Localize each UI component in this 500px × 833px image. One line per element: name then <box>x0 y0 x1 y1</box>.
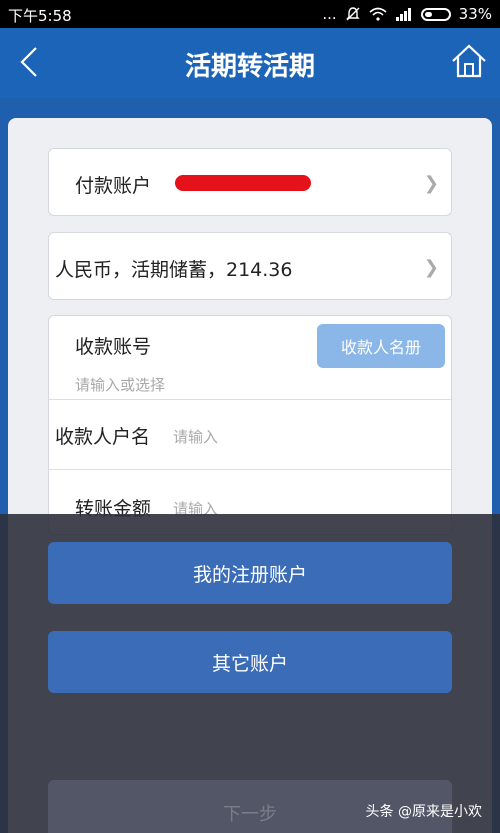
chevron-right-icon: ❯ <box>423 173 439 194</box>
payee-name-input[interactable]: 请输入 <box>173 426 218 447</box>
payee-account-label: 收款账号 <box>75 336 152 358</box>
payer-account-label: 付款账户 <box>75 175 152 197</box>
payee-name-label: 收款人户名 <box>55 426 151 448</box>
account-type-sheet: 我的注册账户 其它账户 下一步 头条 @原来是小欢 <box>0 514 500 833</box>
my-registered-account-button[interactable]: 我的注册账户 <box>48 542 452 604</box>
status-time: 下午5:58 <box>8 7 72 25</box>
payee-details-card: 收款账号 请输入或选择 收款人名册 收款人户名 请输入 转账金额 请输入 <box>48 315 453 535</box>
watermark: 头条 @原来是小欢 <box>365 804 482 820</box>
navigation-bar: 活期转活期 <box>0 28 500 98</box>
signal-bars-icon <box>395 8 411 21</box>
account-summary-row[interactable]: 人民币，活期储蓄，214.36 ❯ <box>48 232 452 300</box>
payee-account-input[interactable]: 请输入或选择 <box>75 374 165 395</box>
wifi-icon <box>369 7 387 21</box>
divider <box>49 469 453 470</box>
payer-account-row[interactable]: 付款账户 ❯ <box>48 148 452 216</box>
battery-percent: 33% <box>458 5 492 23</box>
signal-dots: ... <box>322 5 337 23</box>
home-icon[interactable] <box>450 42 488 80</box>
payee-book-button[interactable]: 收款人名册 <box>317 324 445 368</box>
status-icons: ... 33% <box>322 5 492 23</box>
chevron-right-icon: ❯ <box>423 257 439 278</box>
battery-icon <box>420 7 451 21</box>
status-bar: 下午5:58 ... 33% <box>0 0 500 28</box>
page-title: 活期转活期 <box>184 52 315 82</box>
redacted-account-number <box>175 175 311 191</box>
other-account-button[interactable]: 其它账户 <box>48 631 452 693</box>
account-summary: 人民币，活期储蓄，214.36 <box>55 259 293 281</box>
divider <box>49 399 453 400</box>
mute-bell-icon <box>345 7 360 21</box>
